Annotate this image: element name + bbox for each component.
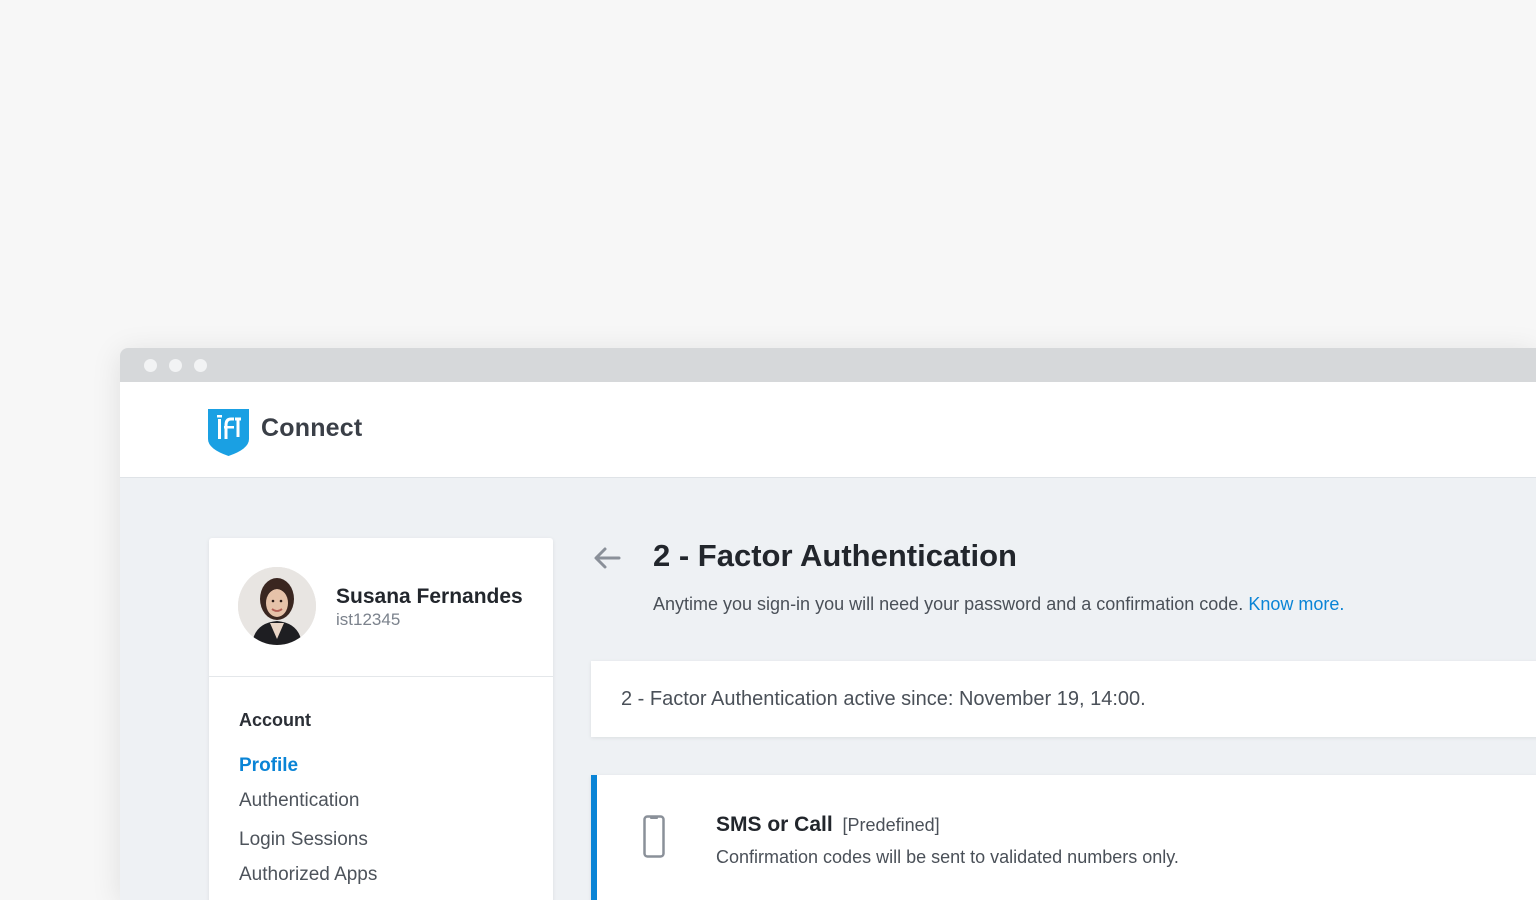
phone-icon bbox=[643, 815, 665, 858]
status-text: 2 - Factor Authentication active since: … bbox=[621, 688, 1146, 710]
window-close-dot[interactable] bbox=[144, 359, 157, 372]
avatar-photo bbox=[238, 567, 316, 645]
sidebar-divider bbox=[209, 676, 553, 677]
brand-name[interactable]: Connect bbox=[261, 414, 362, 443]
method-selected-accent bbox=[591, 775, 597, 900]
method-title: SMS or Call [Predefined] bbox=[716, 813, 940, 837]
ist-shield-logo-icon[interactable] bbox=[208, 409, 249, 456]
user-name: Susana Fernandes bbox=[336, 585, 523, 608]
method-tag: [Predefined] bbox=[842, 815, 940, 835]
avatar[interactable] bbox=[238, 567, 316, 645]
window-minimize-dot[interactable] bbox=[169, 359, 182, 372]
method-description: Confirmation codes will be sent to valid… bbox=[716, 847, 1179, 867]
top-navbar: Connect bbox=[120, 382, 1536, 478]
user-id: ist12345 bbox=[336, 610, 401, 629]
page-title: 2 - Factor Authentication bbox=[653, 538, 1017, 573]
method-name: SMS or Call bbox=[716, 813, 833, 836]
browser-window: Connect Susana Fernandes ist12345 Accoun… bbox=[120, 348, 1536, 900]
sidebar-section-title: Account bbox=[239, 710, 311, 730]
sidebar-item-profile[interactable]: Profile bbox=[239, 755, 298, 777]
window-titlebar bbox=[120, 348, 1536, 382]
window-maximize-dot[interactable] bbox=[194, 359, 207, 372]
know-more-link[interactable]: Know more. bbox=[1248, 594, 1344, 614]
sidebar-item-login-sessions[interactable]: Login Sessions bbox=[239, 829, 368, 851]
sidebar-item-authentication[interactable]: Authentication bbox=[239, 790, 359, 812]
page-description: Anytime you sign-in you will need your p… bbox=[653, 594, 1344, 615]
sms-call-method-card[interactable]: SMS or Call [Predefined] Confirmation co… bbox=[591, 775, 1536, 900]
sidebar-item-authorized-apps[interactable]: Authorized Apps bbox=[239, 864, 377, 886]
status-card: 2 - Factor Authentication active since: … bbox=[591, 661, 1536, 737]
page-description-text: Anytime you sign-in you will need your p… bbox=[653, 594, 1244, 614]
profile-sidebar: Susana Fernandes ist12345 Account Profil… bbox=[209, 538, 553, 900]
back-arrow-icon[interactable] bbox=[592, 544, 622, 572]
